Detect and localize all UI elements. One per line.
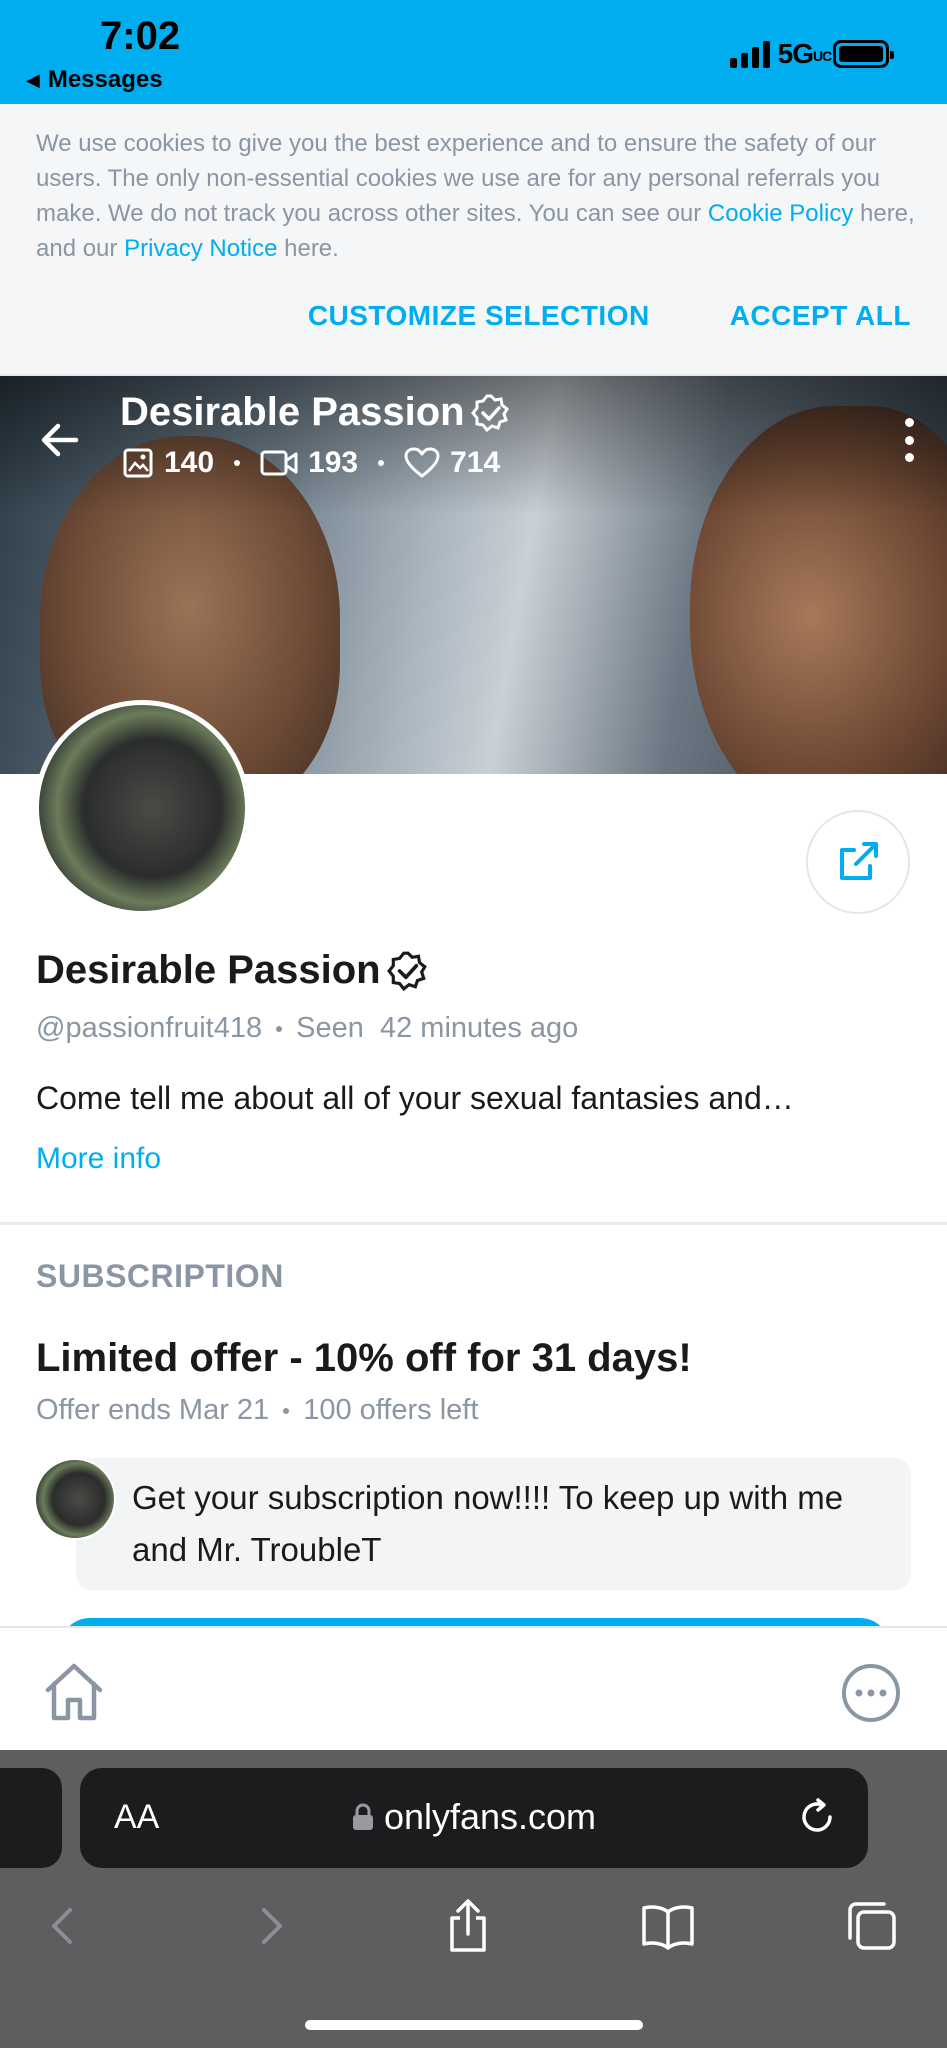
- more-options-icon[interactable]: [901, 418, 917, 462]
- back-to-app[interactable]: ◀ Messages: [26, 66, 163, 94]
- photo-icon: [123, 448, 153, 478]
- cover-title: Desirable Passion: [120, 390, 511, 435]
- bookmarks-icon[interactable]: [640, 1898, 696, 1954]
- network-label: 5GUC: [777, 38, 833, 69]
- browser-back-icon[interactable]: [36, 1898, 92, 1954]
- status-bar: 7:02 ◀ Messages 5GUC: [0, 0, 947, 104]
- battery-icon: [833, 40, 894, 68]
- more-menu-icon[interactable]: [840, 1662, 902, 1724]
- cover-stats: 140 193 714: [122, 446, 500, 480]
- heart-icon: [404, 447, 440, 478]
- profile-name: Desirable Passion: [36, 948, 429, 993]
- offer-ends: Offer ends Mar 21: [36, 1394, 270, 1426]
- subscription-header: SUBSCRIPTION: [36, 1258, 284, 1294]
- share-sheet-icon[interactable]: [440, 1898, 496, 1954]
- tabs-icon[interactable]: [844, 1898, 900, 1954]
- offer-title: Limited offer - 10% off for 31 days!: [36, 1336, 692, 1380]
- profile-meta: @passionfruit418 Seen 42 minutes ago: [36, 1012, 578, 1045]
- divider: [0, 1222, 947, 1225]
- customize-selection-button[interactable]: CUSTOMIZE SELECTION: [308, 300, 650, 332]
- cookie-banner: We use cookies to give you the best expe…: [0, 104, 947, 376]
- home-icon[interactable]: [42, 1660, 106, 1724]
- share-button[interactable]: [806, 810, 910, 914]
- likes-count: 714: [450, 446, 501, 479]
- back-triangle-icon: ◀: [26, 69, 40, 90]
- back-app-label: Messages: [47, 66, 163, 93]
- avatar[interactable]: [34, 700, 250, 916]
- subscription-message: Get your subscription now!!!! To keep up…: [76, 1458, 911, 1590]
- photos-count: 140: [164, 446, 215, 479]
- accept-all-button[interactable]: ACCEPT ALL: [730, 300, 911, 332]
- share-icon: [840, 842, 878, 880]
- profile-handle: @passionfruit418: [36, 1012, 263, 1044]
- status-time: 7:02: [100, 14, 181, 58]
- cookie-actions: CUSTOMIZE SELECTION ACCEPT ALL: [308, 300, 911, 332]
- videos-count: 193: [308, 446, 359, 479]
- cookie-text: We use cookies to give you the best expe…: [36, 130, 915, 262]
- verified-badge-icon: [386, 951, 427, 991]
- offers-left: 100 offers left: [303, 1394, 479, 1426]
- last-seen: Seen 42 minutes ago: [296, 1012, 579, 1044]
- verified-badge-icon: [470, 394, 509, 432]
- app-bottom-nav: [0, 1626, 947, 1750]
- offer-meta: Offer ends Mar 21 100 offers left: [36, 1394, 478, 1427]
- video-icon: [260, 450, 298, 476]
- reload-icon[interactable]: [796, 1796, 838, 1838]
- address-bar[interactable]: AA onlyfans.com: [80, 1768, 868, 1868]
- signal-icon: [729, 40, 770, 68]
- back-arrow-icon[interactable]: [36, 416, 84, 464]
- privacy-notice-link[interactable]: Privacy Notice: [124, 235, 277, 262]
- previous-tab[interactable]: [0, 1768, 62, 1868]
- browser-forward-icon[interactable]: [242, 1898, 298, 1954]
- browser-chrome: AA onlyfans.com: [0, 1750, 947, 2048]
- url-text: onlyfans.com: [383, 1796, 597, 1837]
- profile-bio: Come tell me about all of your sexual fa…: [36, 1080, 794, 1116]
- cookie-policy-link[interactable]: Cookie Policy: [708, 200, 853, 227]
- home-indicator[interactable]: [305, 2020, 643, 2030]
- status-indicators: 5GUC: [729, 38, 894, 70]
- more-info-link[interactable]: More info: [36, 1142, 161, 1176]
- message-avatar: [34, 1458, 116, 1540]
- lock-icon: [352, 1803, 373, 1830]
- url-display[interactable]: onlyfans.com: [80, 1796, 868, 1838]
